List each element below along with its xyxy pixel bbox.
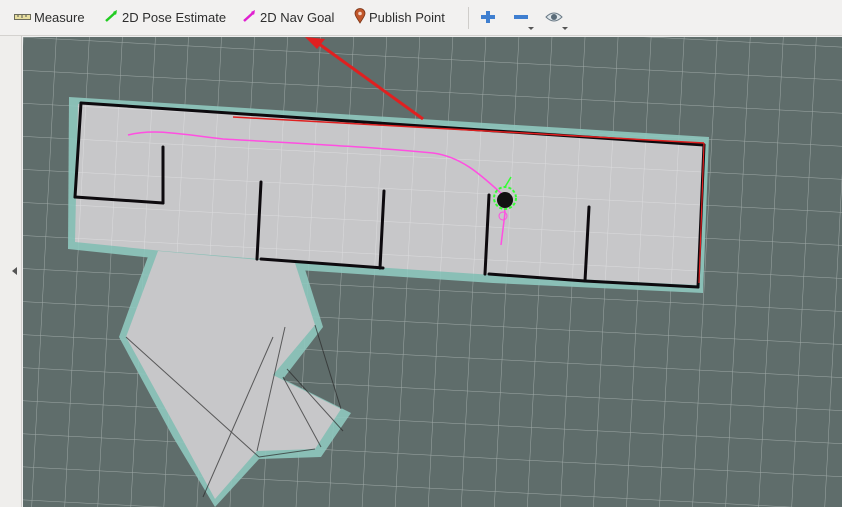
toolbar-separator <box>468 7 469 29</box>
publish-point-tool-button[interactable]: Publish Point <box>354 0 445 35</box>
expand-panel-arrow-icon[interactable] <box>12 267 17 275</box>
nav-goal-label: 2D Nav Goal <box>260 10 335 25</box>
plus-icon <box>478 11 498 34</box>
ruler-icon <box>14 10 31 25</box>
view-button[interactable] <box>544 6 570 30</box>
tool-toolbar: Measure 2D Pose Estimate 2D Nav Goal Pub… <box>0 0 842 36</box>
green-arrow-icon <box>104 9 119 26</box>
nav-goal-tool-button[interactable]: 2D Nav Goal <box>242 0 334 35</box>
pose-estimate-tool-button[interactable]: 2D Pose Estimate <box>104 0 226 35</box>
left-side-panel <box>0 36 22 507</box>
magenta-arrow-icon <box>242 9 257 26</box>
map-canvas[interactable] <box>23 37 842 507</box>
map-viewport[interactable] <box>23 37 842 507</box>
map-pin-icon <box>354 8 366 27</box>
zoom-out-button[interactable] <box>511 6 535 30</box>
measure-label: Measure <box>34 10 85 25</box>
zoom-in-button[interactable] <box>478 6 498 30</box>
measure-tool-button[interactable]: Measure <box>14 0 85 35</box>
minus-icon <box>511 15 535 34</box>
pose-estimate-label: 2D Pose Estimate <box>122 10 227 25</box>
eye-icon <box>544 12 570 34</box>
publish-point-label: Publish Point <box>369 10 445 25</box>
